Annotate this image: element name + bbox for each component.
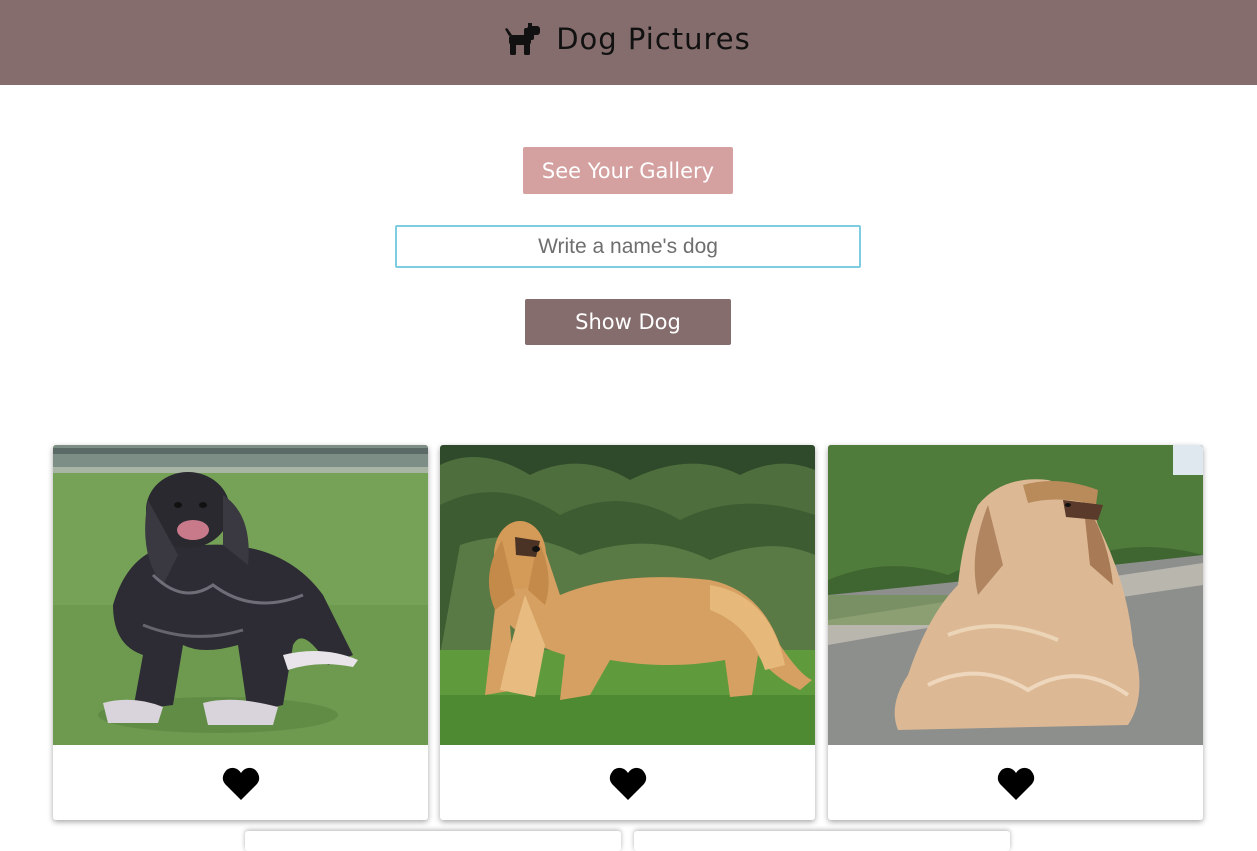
dog-card	[53, 445, 428, 820]
dog-name-input[interactable]	[395, 225, 861, 268]
heart-icon[interactable]	[997, 767, 1035, 801]
card-footer	[440, 745, 815, 820]
cream-afghan-hound-photo	[828, 445, 1203, 745]
page-title: Dog Pictures	[556, 21, 751, 56]
dog-card-partial	[245, 831, 621, 851]
black-afghan-hound-photo	[53, 445, 428, 745]
dog-card-partial	[634, 831, 1010, 851]
card-footer	[53, 745, 428, 820]
heart-icon[interactable]	[609, 767, 647, 801]
card-footer	[828, 745, 1203, 820]
brand: Dog Pictures	[504, 22, 751, 56]
see-gallery-button[interactable]: See Your Gallery	[523, 147, 733, 194]
top-header: Dog Pictures	[0, 0, 1257, 85]
heart-icon[interactable]	[222, 767, 260, 801]
golden-afghan-hound-photo	[440, 445, 815, 745]
dog-icon	[505, 22, 541, 55]
dog-card	[828, 445, 1203, 820]
show-dog-button[interactable]: Show Dog	[525, 299, 731, 345]
dog-card	[440, 445, 815, 820]
